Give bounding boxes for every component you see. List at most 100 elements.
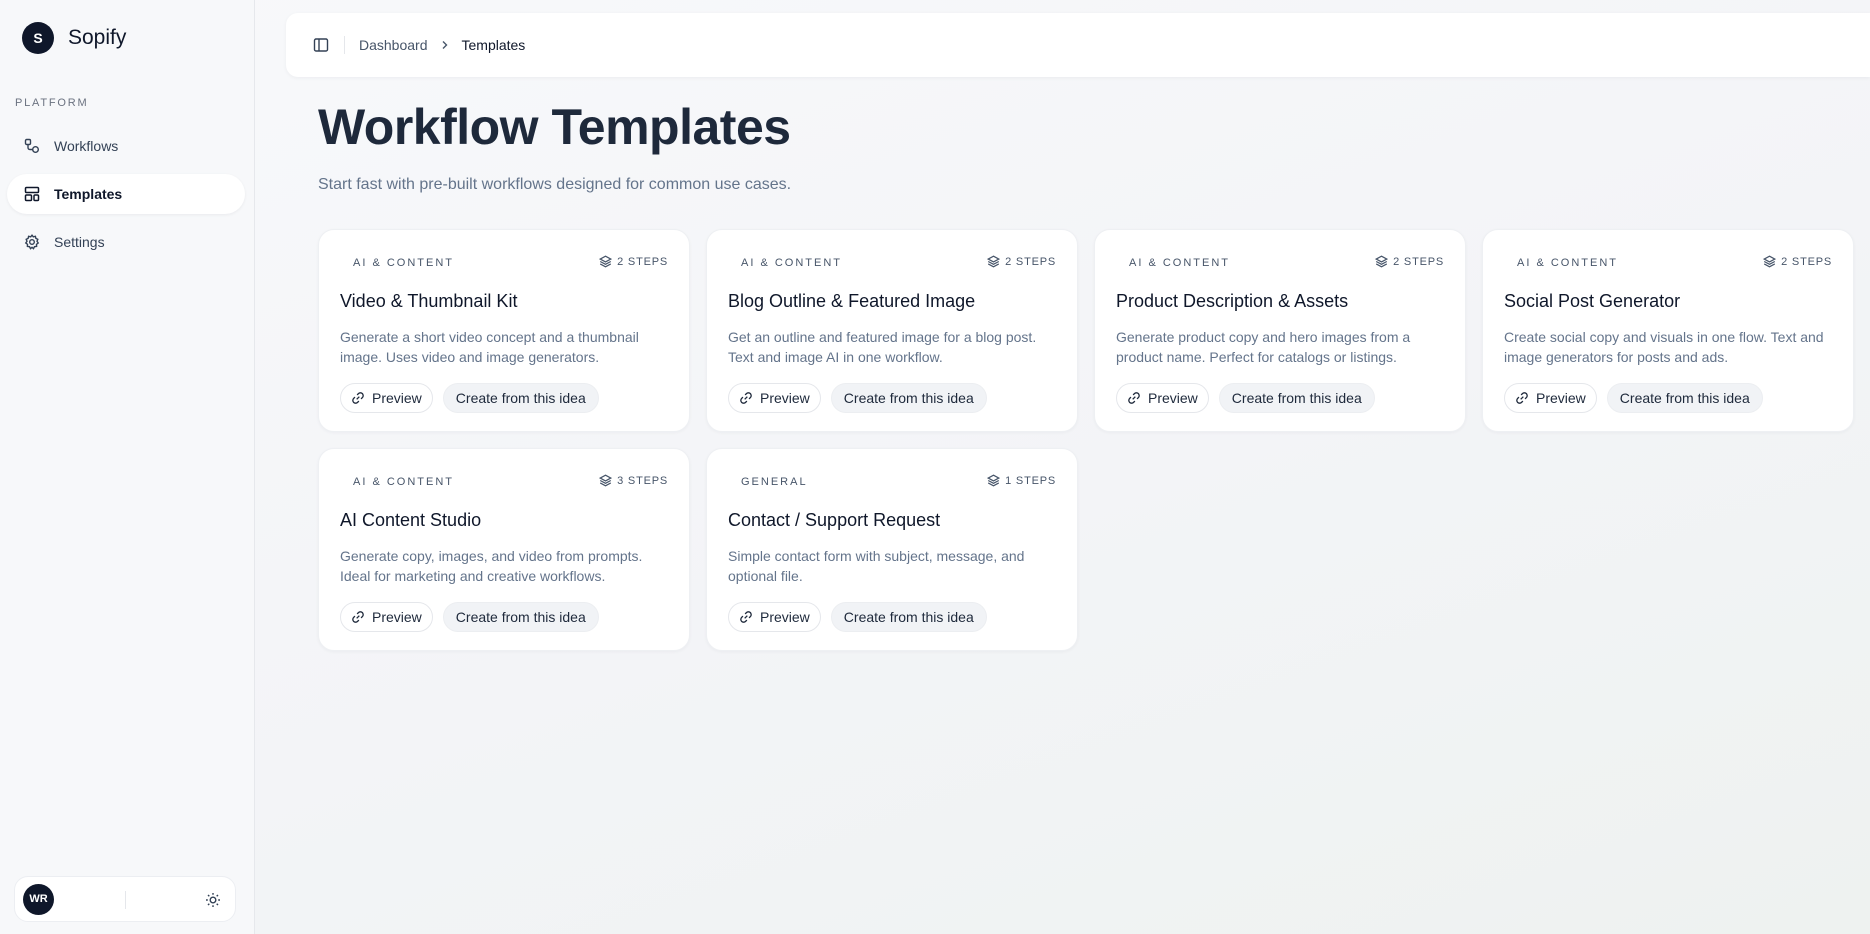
link-icon	[740, 392, 752, 404]
card-steps-label: 3 STEPS	[617, 474, 668, 487]
template-card: AI & CONTENT 2 STEPS Social Post Generat…	[1482, 229, 1854, 432]
link-icon	[352, 611, 364, 623]
card-category: AI & CONTENT	[741, 257, 843, 269]
preview-button[interactable]: Preview	[1116, 383, 1209, 413]
avatar[interactable]: WR	[23, 883, 54, 915]
create-from-idea-button[interactable]: Create from this idea	[830, 602, 987, 632]
create-from-idea-button[interactable]: Create from this idea	[830, 383, 987, 413]
card-description: Generate product copy and hero images fr…	[1116, 329, 1411, 365]
divider	[344, 36, 345, 54]
panel-left-icon	[313, 38, 329, 52]
sidebar-item-label: Templates	[54, 186, 123, 202]
breadcrumb-templates: Templates	[461, 37, 526, 53]
create-from-idea-button[interactable]: Create from this idea	[442, 602, 599, 632]
layers-icon	[987, 474, 1001, 487]
card-steps-label: 2 STEPS	[617, 255, 668, 268]
preview-button[interactable]: Preview	[728, 602, 821, 632]
card-category: AI & CONTENT	[1129, 257, 1231, 269]
card-category: AI & CONTENT	[353, 476, 455, 488]
layers-icon	[1763, 255, 1777, 268]
divider	[125, 891, 126, 909]
card-title: Blog Outline & Featured Image	[728, 291, 976, 311]
card-steps-label: 2 STEPS	[1393, 255, 1444, 268]
card-description: Generate copy, images, and video from pr…	[340, 548, 643, 584]
preview-button[interactable]: Preview	[1504, 383, 1597, 413]
card-title: AI Content Studio	[340, 510, 482, 530]
card-category: GENERAL	[741, 476, 808, 488]
layers-icon	[1375, 255, 1389, 268]
card-description: Generate a short video concept and a thu…	[340, 329, 639, 365]
template-card: GENERAL 1 STEPS Contact / Support Reques…	[706, 448, 1078, 651]
card-actions: Preview Create from this idea	[728, 602, 987, 632]
card-category: AI & CONTENT	[1517, 257, 1619, 269]
preview-button-label: Preview	[372, 390, 422, 406]
sidebar-item-label: Workflows	[54, 138, 119, 154]
create-from-idea-button[interactable]: Create from this idea	[1218, 383, 1375, 413]
user-panel: WR	[14, 876, 236, 922]
card-actions: Preview Create from this idea	[1116, 383, 1375, 413]
sidebar-item-workflows[interactable]: Workflows	[7, 126, 245, 166]
card-description: Simple contact form with subject, messag…	[728, 548, 1025, 584]
card-steps: 2 STEPS	[987, 255, 1056, 268]
sidebar-item-settings[interactable]: Settings	[7, 222, 245, 262]
card-steps: 2 STEPS	[1763, 255, 1832, 268]
card-steps-label: 2 STEPS	[1781, 255, 1832, 268]
card-actions: Preview Create from this idea	[1504, 383, 1763, 413]
template-card: AI & CONTENT 2 STEPS Video & Thumbnail K…	[318, 229, 690, 432]
card-title: Video & Thumbnail Kit	[340, 291, 518, 311]
layers-icon	[987, 255, 1001, 268]
preview-button-label: Preview	[1148, 390, 1198, 406]
card-actions: Preview Create from this idea	[728, 383, 987, 413]
card-description: Create social copy and visuals in one fl…	[1504, 329, 1824, 365]
page-title: Workflow Templates	[318, 99, 791, 155]
link-icon	[1516, 392, 1528, 404]
link-icon	[1128, 392, 1140, 404]
template-card: AI & CONTENT 2 STEPS Product Description…	[1094, 229, 1466, 432]
layers-icon	[599, 474, 613, 487]
breadcrumb-dashboard[interactable]: Dashboard	[359, 37, 428, 53]
preview-button-label: Preview	[760, 609, 810, 625]
breadcrumb: Dashboard Templates	[359, 37, 525, 53]
layout-template-icon	[24, 186, 40, 202]
sidebar-section-label: PLATFORM	[15, 97, 89, 109]
card-category: AI & CONTENT	[353, 257, 455, 269]
link-icon	[352, 392, 364, 404]
theme-toggle[interactable]	[203, 890, 223, 910]
card-steps: 2 STEPS	[1375, 255, 1444, 268]
preview-button[interactable]: Preview	[340, 383, 433, 413]
card-steps: 3 STEPS	[599, 474, 668, 487]
card-title: Contact / Support Request	[728, 510, 941, 530]
brand-name: Sopify	[68, 26, 127, 49]
card-steps-label: 1 STEPS	[1005, 474, 1056, 487]
page-subtitle: Start fast with pre-built workflows desi…	[318, 176, 792, 193]
create-from-idea-button[interactable]: Create from this idea	[442, 383, 599, 413]
create-from-idea-button[interactable]: Create from this idea	[1606, 383, 1763, 413]
template-card: AI & CONTENT 2 STEPS Blog Outline & Feat…	[706, 229, 1078, 432]
link-icon	[740, 611, 752, 623]
card-steps-label: 2 STEPS	[1005, 255, 1056, 268]
card-description: Get an outline and featured image for a …	[728, 329, 1037, 365]
preview-button[interactable]: Preview	[340, 602, 433, 632]
sidebar-toggle-button[interactable]	[312, 36, 330, 54]
card-actions: Preview Create from this idea	[340, 383, 599, 413]
gear-icon	[24, 234, 40, 250]
card-steps: 1 STEPS	[987, 474, 1056, 487]
card-steps: 2 STEPS	[599, 255, 668, 268]
sidebar: S Sopify PLATFORM Workflows Templates Se…	[0, 0, 255, 934]
preview-button-label: Preview	[760, 390, 810, 406]
card-title: Product Description & Assets	[1116, 291, 1349, 311]
preview-button[interactable]: Preview	[728, 383, 821, 413]
chevron-right-icon	[440, 40, 450, 50]
sidebar-item-label: Settings	[54, 234, 105, 250]
card-title: Social Post Generator	[1504, 291, 1681, 311]
brand-logo: S	[22, 22, 54, 54]
layers-icon	[599, 255, 613, 268]
preview-button-label: Preview	[372, 609, 422, 625]
sidebar-item-templates[interactable]: Templates	[7, 174, 245, 214]
preview-button-label: Preview	[1536, 390, 1586, 406]
brand[interactable]: S Sopify	[22, 22, 126, 54]
top-header: Dashboard Templates	[286, 13, 1870, 77]
workflow-icon	[24, 138, 40, 154]
sun-icon	[206, 893, 220, 907]
template-card: AI & CONTENT 3 STEPS AI Content Studio G…	[318, 448, 690, 651]
